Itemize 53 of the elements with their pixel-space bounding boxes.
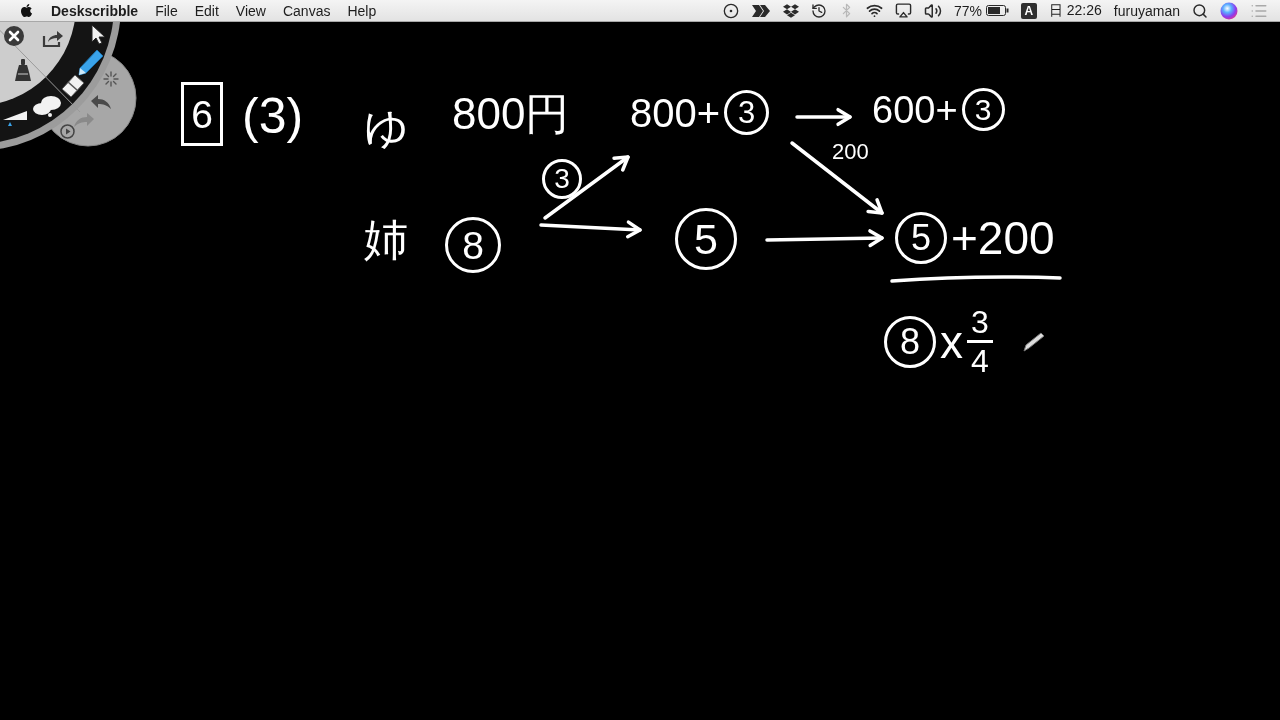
undo-icon[interactable] [90, 93, 112, 111]
eraser-tool-icon[interactable] [61, 74, 85, 98]
menu-item[interactable]: Canvas [282, 2, 331, 19]
battery-percent: 77% [953, 2, 982, 19]
double-chevron-icon[interactable] [750, 3, 771, 18]
app-menu[interactable]: Deskscribble [51, 2, 139, 19]
sparkle-icon[interactable] [103, 71, 119, 87]
circled-number: 3 [961, 88, 1005, 131]
circled-number: 5 [675, 208, 737, 270]
circled-number: 5 [895, 212, 947, 264]
apple-icon[interactable] [19, 3, 34, 18]
circled-number: 8 [884, 315, 936, 368]
handwritten-text: x [940, 318, 963, 365]
fraction-denominator: 4 [971, 345, 989, 377]
handwritten-text: 姉 [364, 218, 408, 262]
pen-tool-icon[interactable] [77, 48, 105, 76]
menu-item[interactable]: Help [347, 2, 377, 19]
line-width-icon[interactable] [2, 110, 28, 126]
circled-number: 3 [542, 159, 582, 199]
handwritten-text: 600+ [872, 90, 958, 129]
orb-icon[interactable] [1220, 1, 1238, 20]
brush-icon[interactable] [13, 58, 33, 82]
search-icon[interactable] [1192, 2, 1208, 19]
clock-history-icon[interactable] [810, 2, 827, 19]
cloud-icon[interactable] [32, 95, 62, 117]
menu-item[interactable]: File [155, 2, 178, 19]
user-name[interactable]: furuyaman [1113, 2, 1180, 19]
circled-number: 3 [724, 90, 770, 135]
handwritten-text: 800+ [630, 92, 721, 133]
pen-cursor-icon [1021, 332, 1045, 352]
wifi-icon[interactable] [865, 2, 883, 19]
circle-dot-icon[interactable] [722, 2, 739, 19]
handwritten-text: ゆ [364, 106, 409, 150]
clock-text[interactable]: 日 22:26 [1048, 1, 1102, 20]
boxed-number: 6 [181, 82, 223, 146]
circled-number: 8 [445, 217, 501, 273]
menu-item[interactable]: Edit [194, 2, 219, 19]
play-icon[interactable] [60, 124, 75, 139]
pointer-tool-icon[interactable] [91, 24, 106, 45]
volume-icon[interactable] [923, 1, 942, 20]
handwritten-text: +200 [951, 215, 1055, 261]
input-source-indicator[interactable]: A [1020, 2, 1037, 19]
handwritten-text: 800円 [452, 92, 570, 136]
menu-item[interactable]: View [235, 2, 266, 19]
handwritten-text: (3) [242, 91, 304, 141]
hand-drawn-arrow [795, 107, 852, 127]
box-icon[interactable] [782, 2, 799, 19]
battery-icon[interactable] [985, 5, 1009, 16]
airplay-icon[interactable] [894, 2, 912, 19]
close-icon[interactable] [4, 26, 24, 46]
fraction-numerator: 3 [971, 306, 989, 338]
handwritten-text: 200 [832, 141, 869, 163]
share-icon[interactable] [42, 30, 64, 48]
